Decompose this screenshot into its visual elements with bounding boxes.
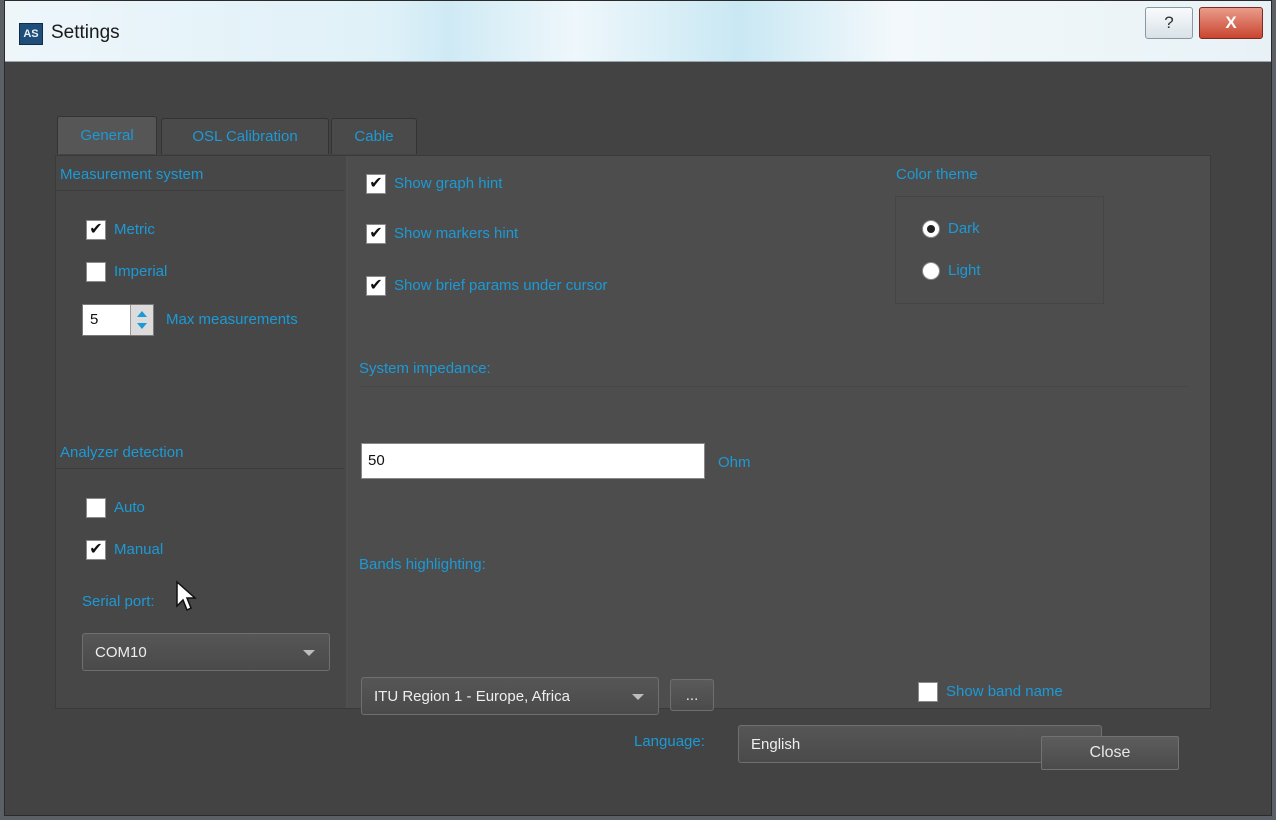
divider <box>56 468 344 469</box>
light-theme-label: Light <box>948 262 981 279</box>
app-icon: AS <box>19 23 43 45</box>
close-window-button[interactable]: X <box>1199 7 1263 39</box>
window-title: Settings <box>51 22 120 43</box>
mouse-cursor-icon <box>176 580 197 612</box>
general-tab-panel: Measurement system ✔ Metric Imperial 5 M… <box>55 155 1211 763</box>
band-settings-button[interactable]: ... <box>670 679 714 711</box>
band-region-value: ITU Region 1 - Europe, Africa <box>374 688 570 705</box>
max-measurements-label: Max measurements <box>166 311 298 328</box>
show-markers-hint-label: Show markers hint <box>394 225 519 242</box>
imperial-label: Imperial <box>114 263 168 280</box>
imperial-checkbox[interactable] <box>86 262 106 282</box>
language-value: English <box>751 736 801 753</box>
color-theme-heading: Color theme <box>896 166 978 183</box>
dialog-content: General OSL Calibration Cable Measuremen… <box>5 62 1271 815</box>
show-brief-params-checkbox[interactable]: ✔ <box>366 276 386 296</box>
max-measurements-spinbox[interactable]: 5 <box>82 304 154 336</box>
show-brief-params-label: Show brief params under cursor <box>394 277 608 294</box>
impedance-group <box>359 386 1189 427</box>
language-label: Language: <box>634 733 705 750</box>
band-region-select[interactable]: ITU Region 1 - Europe, Africa <box>361 677 659 715</box>
color-theme-group <box>895 196 1104 304</box>
light-theme-radio[interactable] <box>922 262 940 280</box>
divider <box>56 190 344 191</box>
chevron-down-icon <box>632 694 644 700</box>
impedance-unit: Ohm <box>718 454 751 471</box>
bands-highlighting-heading: Bands highlighting: <box>359 556 486 573</box>
impedance-input[interactable]: 50 <box>361 443 705 479</box>
analyzer-detection-heading: Analyzer detection <box>60 444 184 461</box>
chevron-down-icon <box>303 650 315 656</box>
serial-port-label: Serial port: <box>82 593 155 610</box>
manual-detect-checkbox[interactable]: ✔ <box>86 540 106 560</box>
spin-up-icon[interactable] <box>137 311 147 317</box>
metric-checkbox[interactable]: ✔ <box>86 220 106 240</box>
max-measurements-value: 5 <box>90 311 99 328</box>
settings-dialog: AS Settings ? X General OSL Calibration … <box>4 0 1272 816</box>
measurement-system-heading: Measurement system <box>60 166 204 183</box>
tab-osl-calibration[interactable]: OSL Calibration <box>161 118 329 154</box>
show-graph-hint-checkbox[interactable]: ✔ <box>366 174 386 194</box>
spinbox-buttons[interactable] <box>130 305 153 335</box>
auto-detect-label: Auto <box>114 499 145 516</box>
metric-label: Metric <box>114 221 155 238</box>
close-button[interactable]: Close <box>1041 736 1179 770</box>
title-bar[interactable]: AS Settings ? X <box>5 1 1271 62</box>
show-markers-hint-checkbox[interactable]: ✔ <box>366 224 386 244</box>
show-band-name-label: Show band name <box>946 683 1063 700</box>
tab-general[interactable]: General <box>57 116 157 154</box>
serial-port-select[interactable]: COM10 <box>82 633 330 671</box>
tab-cable[interactable]: Cable <box>331 118 417 154</box>
system-impedance-heading: System impedance: <box>359 360 491 377</box>
auto-detect-checkbox[interactable] <box>86 498 106 518</box>
show-graph-hint-label: Show graph hint <box>394 175 503 192</box>
dark-theme-radio[interactable] <box>922 220 940 238</box>
dark-theme-label: Dark <box>948 220 980 237</box>
help-button[interactable]: ? <box>1145 7 1193 39</box>
manual-detect-label: Manual <box>114 541 164 558</box>
show-band-name-checkbox[interactable] <box>918 682 938 702</box>
serial-port-value: COM10 <box>95 644 147 661</box>
spin-down-icon[interactable] <box>137 323 147 329</box>
